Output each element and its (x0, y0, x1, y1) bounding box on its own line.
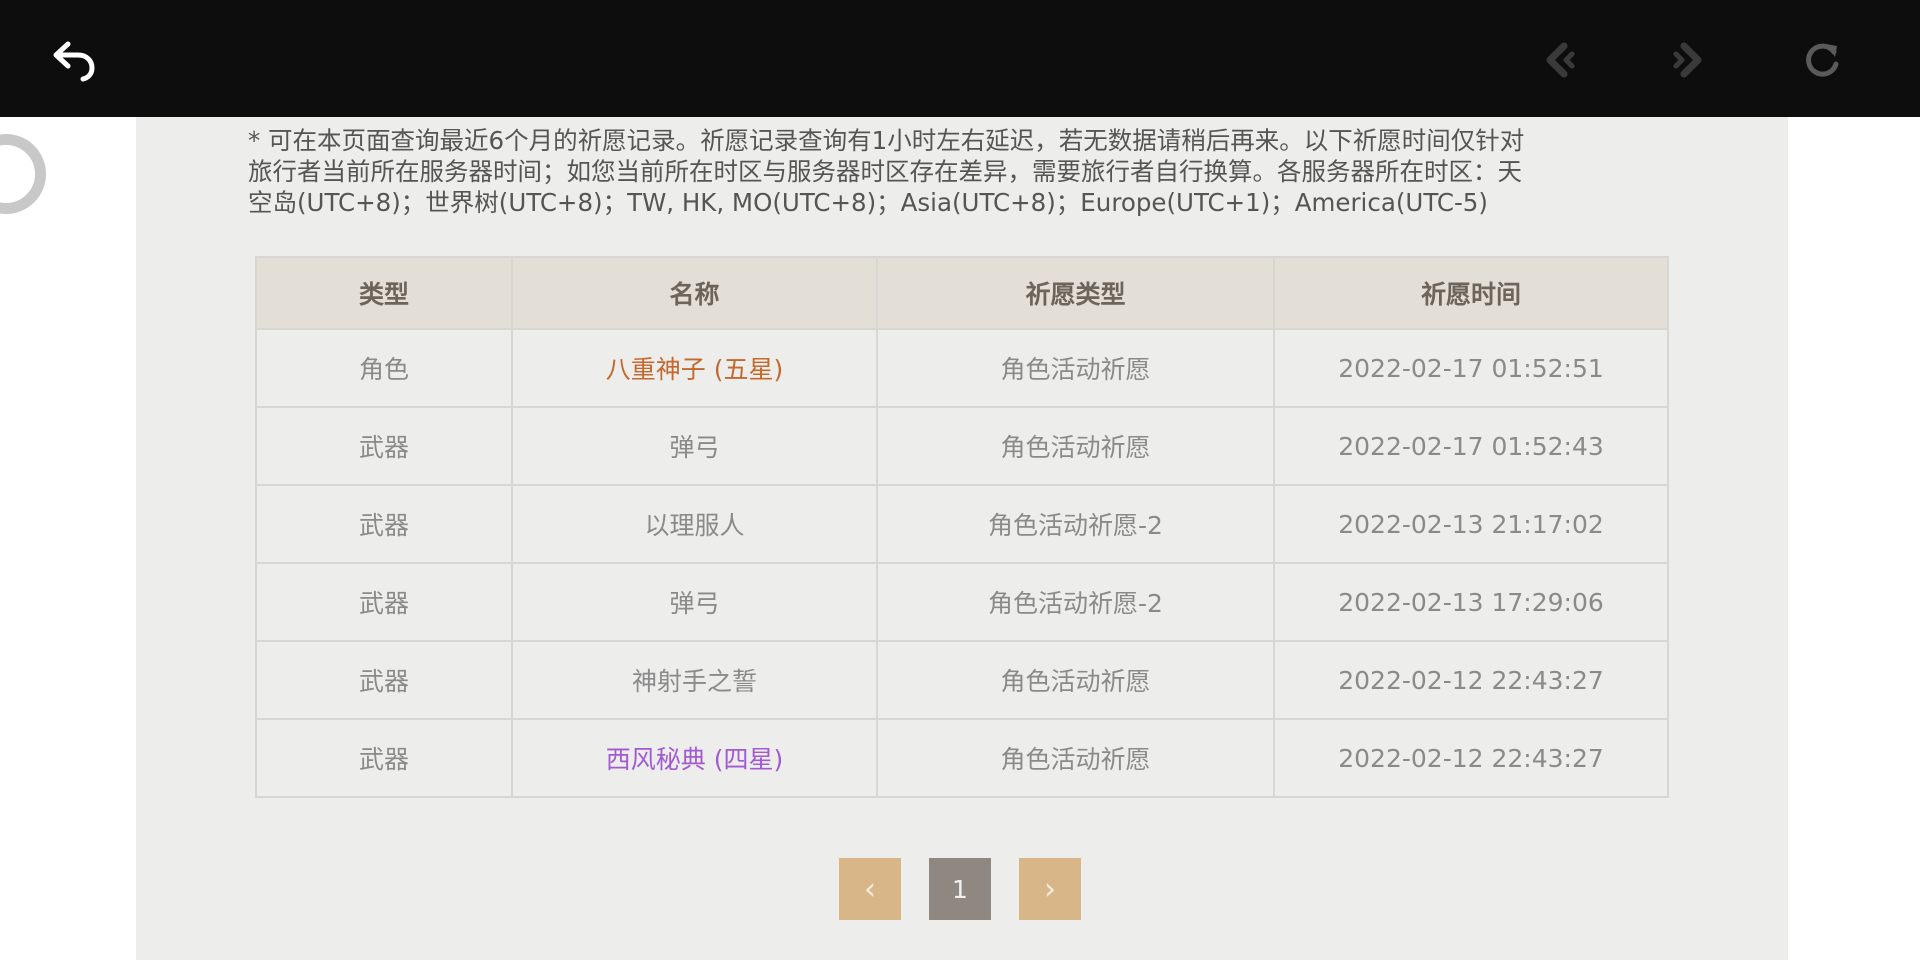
header-wish-type: 祈愿类型 (876, 256, 1275, 330)
back-button[interactable] (44, 30, 104, 90)
cell-name: 八重神子 (五星) (511, 328, 878, 408)
cell-name: 西风秘典 (四星) (511, 718, 878, 798)
cell-time: 2022-02-17 01:52:43 (1273, 406, 1669, 486)
chevron-left-icon: ‹ (864, 871, 876, 907)
cell-wish-type: 角色活动祈愿 (876, 640, 1275, 720)
table-row: 武器 弹弓 角色活动祈愿 2022-02-17 01:52:43 (255, 406, 1669, 486)
notice-line-1: * 可在本页面查询最近6个月的祈愿记录。祈愿记录查询有1小时左右延迟，若无数据请… (248, 126, 1525, 155)
header-wish-time: 祈愿时间 (1273, 256, 1669, 330)
cell-time: 2022-02-12 22:43:27 (1273, 640, 1669, 720)
cell-name: 以理服人 (511, 484, 878, 564)
back-arrow-icon (53, 41, 95, 82)
cell-name: 弹弓 (511, 562, 878, 642)
header-name: 名称 (511, 256, 878, 330)
cell-type: 角色 (255, 328, 513, 408)
table-row: 武器 弹弓 角色活动祈愿-2 2022-02-13 17:29:06 (255, 562, 1669, 642)
cell-wish-type: 角色活动祈愿-2 (876, 562, 1275, 642)
header-type: 类型 (255, 256, 513, 330)
cell-type: 武器 (255, 640, 513, 720)
reload-button[interactable] (1792, 30, 1852, 90)
top-toolbar (0, 0, 1920, 117)
table-row: 武器 西风秘典 (四星) 角色活动祈愿 2022-02-12 22:43:27 (255, 718, 1669, 798)
cell-time: 2022-02-13 17:29:06 (1273, 562, 1669, 642)
prev-page-button[interactable]: ‹ (839, 858, 901, 920)
browser-back-button[interactable] (1528, 30, 1588, 90)
cell-type: 武器 (255, 562, 513, 642)
reload-icon (1806, 43, 1839, 77)
cell-type: 武器 (255, 484, 513, 564)
cell-wish-type: 角色活动祈愿 (876, 328, 1275, 408)
cell-name: 神射手之誓 (511, 640, 878, 720)
next-page-button[interactable]: › (1019, 858, 1081, 920)
cell-time: 2022-02-12 22:43:27 (1273, 718, 1669, 798)
cell-wish-type: 角色活动祈愿-2 (876, 484, 1275, 564)
cell-time: 2022-02-17 01:52:51 (1273, 328, 1669, 408)
chevron-right-icon (1673, 42, 1702, 78)
table-row: 武器 以理服人 角色活动祈愿-2 2022-02-13 21:17:02 (255, 484, 1669, 564)
chevron-left-icon (1546, 42, 1575, 78)
cell-wish-type: 角色活动祈愿 (876, 718, 1275, 798)
notice-line-3: 空岛(UTC+8)；世界树(UTC+8)；TW, HK, MO(UTC+8)；A… (248, 188, 1488, 217)
cell-type: 武器 (255, 718, 513, 798)
floating-circle-button[interactable] (0, 134, 46, 214)
cell-name: 弹弓 (511, 406, 878, 486)
chevron-right-icon: › (1044, 871, 1056, 907)
page-1-button[interactable]: 1 (929, 858, 991, 920)
cell-time: 2022-02-13 21:17:02 (1273, 484, 1669, 564)
notice-line-2: 旅行者当前所在服务器时间；如您当前所在时区与服务器时区存在差异，需要旅行者自行换… (248, 157, 1522, 186)
cell-wish-type: 角色活动祈愿 (876, 406, 1275, 486)
cell-type: 武器 (255, 406, 513, 486)
table-row: 武器 神射手之誓 角色活动祈愿 2022-02-12 22:43:27 (255, 640, 1669, 720)
pagination: ‹ 1 › (839, 858, 1081, 920)
browser-forward-button[interactable] (1660, 30, 1720, 90)
wish-record-table: 类型 名称 祈愿类型 祈愿时间 角色 八重神子 (五星) 角色活动祈愿 2022… (255, 256, 1669, 798)
notice-text: * 可在本页面查询最近6个月的祈愿记录。祈愿记录查询有1小时左右延迟，若无数据请… (248, 125, 1808, 218)
table-row: 角色 八重神子 (五星) 角色活动祈愿 2022-02-17 01:52:51 (255, 328, 1669, 408)
wish-history-panel: * 可在本页面查询最近6个月的祈愿记录。祈愿记录查询有1小时左右延迟，若无数据请… (136, 117, 1788, 960)
table-header-row: 类型 名称 祈愿类型 祈愿时间 (255, 256, 1669, 330)
